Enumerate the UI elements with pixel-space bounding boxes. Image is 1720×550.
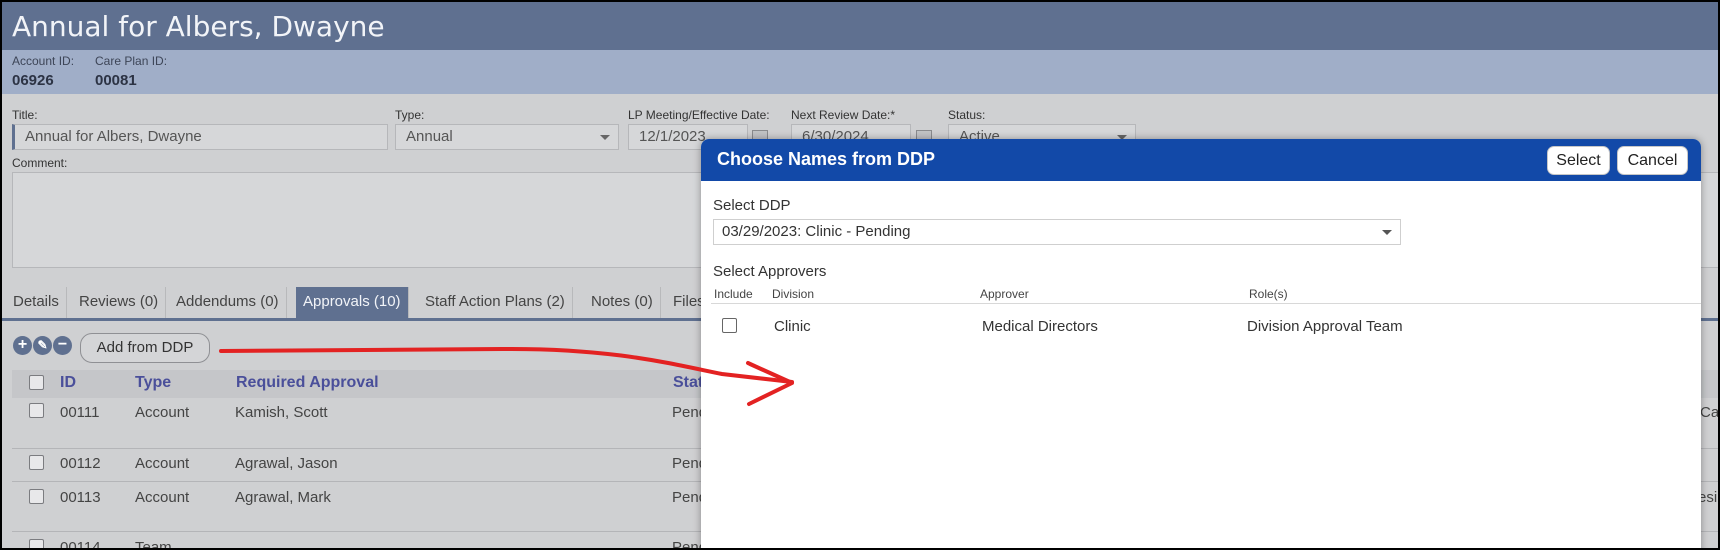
account-info-bar: Account ID: 06926 Care Plan ID: 00081 [2, 50, 1718, 94]
row-fragment: Ca [1700, 404, 1720, 421]
chevron-down-icon [600, 135, 610, 140]
edit-icon[interactable]: ✎ [33, 336, 52, 355]
account-id-value: 06926 [12, 72, 54, 89]
row-approver: Medical Directors [982, 318, 1098, 335]
row-type: Account [135, 404, 190, 421]
column-required-approval[interactable]: Required Approval [236, 374, 379, 392]
choose-names-dialog: Choose Names from DDP Select Cancel Sele… [701, 139, 1701, 548]
care-plan-id-value: 00081 [95, 72, 137, 89]
tab-notes[interactable]: Notes (0) [584, 287, 661, 318]
row-checkbox[interactable] [29, 539, 44, 548]
add-icon[interactable]: + [13, 336, 32, 355]
tab-approvals[interactable]: Approvals (10) [296, 287, 409, 318]
row-roles: Division Approval Team [1247, 318, 1403, 335]
row-name: Agrawal, Jason [235, 455, 338, 472]
column-division: Division [772, 287, 815, 301]
title-bar: Annual for Albers, Dwayne [2, 2, 1718, 50]
column-roles: Role(s) [1249, 287, 1288, 301]
row-id: 00112 [60, 455, 101, 472]
row-checkbox[interactable] [29, 403, 44, 418]
type-select[interactable]: Annual [395, 124, 619, 150]
type-label: Type: [395, 108, 425, 122]
column-include: Include [714, 287, 753, 301]
row-checkbox[interactable] [29, 455, 44, 470]
select-ddp-label: Select DDP [713, 197, 791, 214]
row-checkbox[interactable] [29, 489, 44, 504]
ddp-select-value: 03/29/2023: Clinic - Pending [722, 223, 911, 240]
column-approver: Approver [980, 287, 1029, 301]
care-plan-id-label: Care Plan ID: [95, 54, 168, 68]
header-divider [711, 303, 1701, 304]
account-id-label: Account ID: [12, 54, 75, 68]
select-button[interactable]: Select [1547, 146, 1610, 175]
include-checkbox[interactable] [722, 318, 737, 333]
title-label: Title: [12, 108, 38, 122]
tab-details[interactable]: Details [6, 287, 67, 318]
ddp-select[interactable]: 03/29/2023: Clinic - Pending [713, 219, 1401, 245]
app-window: Annual for Albers, Dwayne Account ID: 06… [0, 0, 1720, 550]
meeting-date-label: LP Meeting/Effective Date: [628, 108, 770, 122]
status-label: Status: [948, 108, 986, 122]
row-name: Kamish, Scott [235, 404, 328, 421]
chevron-down-icon [1382, 230, 1392, 235]
dialog-title: Choose Names from DDP [717, 149, 936, 169]
row-type: Account [135, 455, 190, 472]
page-title: Annual for Albers, Dwayne [12, 10, 385, 43]
remove-icon[interactable]: − [53, 336, 72, 355]
dialog-header: Choose Names from DDP Select Cancel [701, 139, 1701, 181]
tab-staff-action-plans[interactable]: Staff Action Plans (2) [418, 287, 573, 318]
row-id: 00111 [60, 404, 100, 421]
select-all-checkbox[interactable] [29, 375, 44, 390]
row-division: Clinic [774, 318, 811, 335]
add-from-ddp-button[interactable]: Add from DDP [80, 333, 210, 363]
row-type: Team [135, 539, 172, 550]
cancel-button[interactable]: Cancel [1617, 146, 1688, 175]
select-approvers-label: Select Approvers [713, 263, 827, 280]
comment-label: Comment: [12, 156, 68, 170]
title-field[interactable]: Annual for Albers, Dwayne [12, 124, 388, 150]
row-id: 00113 [60, 489, 101, 506]
tab-addendums[interactable]: Addendums (0) [169, 287, 287, 318]
column-id[interactable]: ID [60, 374, 76, 392]
tab-reviews[interactable]: Reviews (0) [72, 287, 167, 318]
row-id: 00114 [60, 539, 101, 550]
row-type: Account [135, 489, 190, 506]
row-name: Agrawal, Mark [235, 489, 331, 506]
review-date-label: Next Review Date:* [791, 108, 896, 122]
type-value: Annual [406, 128, 453, 145]
column-type[interactable]: Type [135, 374, 171, 392]
